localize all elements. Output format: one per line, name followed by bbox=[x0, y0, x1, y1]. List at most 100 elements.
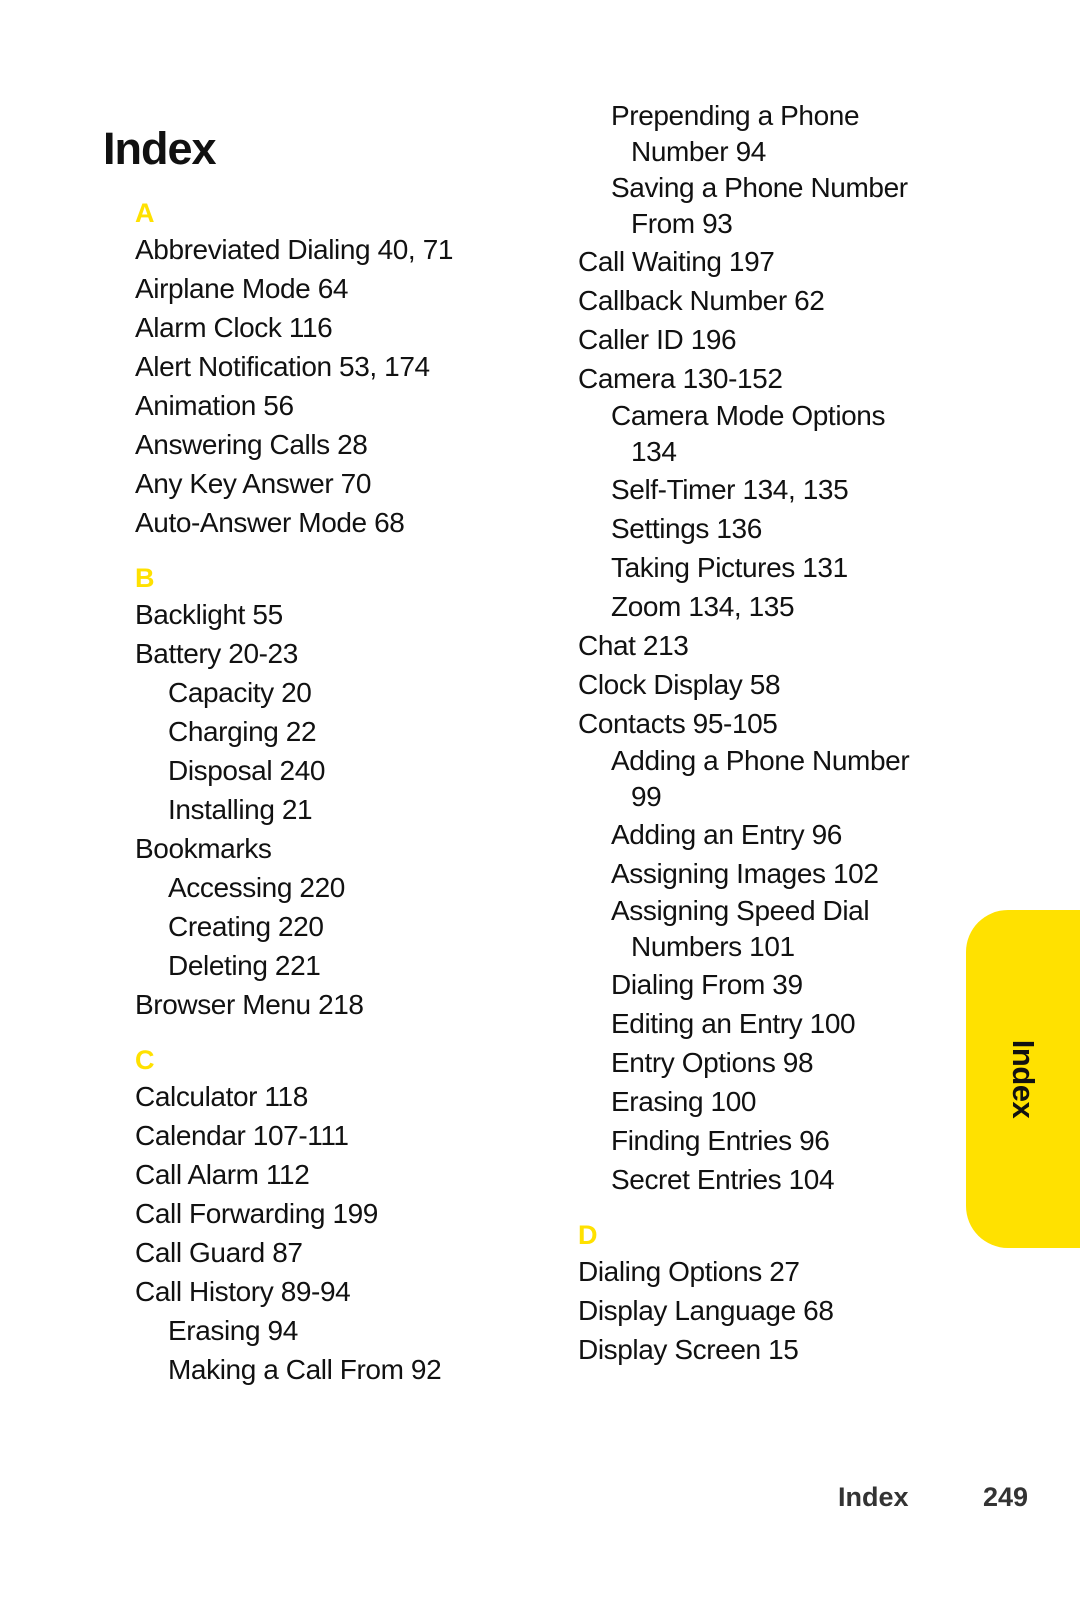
entry-continuation: 134 bbox=[631, 436, 677, 467]
entry-text: Capacity 20 bbox=[168, 677, 312, 708]
index-entry: Contacts 95-105 bbox=[578, 704, 958, 743]
entry-text: Creating 220 bbox=[168, 911, 324, 942]
index-subentry: Erasing 94 bbox=[135, 1311, 535, 1350]
index-entry: Bookmarks bbox=[135, 829, 535, 868]
index-subentry: Assigning Images 102 bbox=[578, 854, 958, 893]
footer-section-name: Index bbox=[838, 1482, 909, 1512]
entry-text: Call Forwarding 199 bbox=[135, 1198, 378, 1229]
index-entry: Dialing Options 27 bbox=[578, 1252, 958, 1291]
entry-text: Animation 56 bbox=[135, 390, 294, 421]
entry-text: Calculator 118 bbox=[135, 1081, 308, 1112]
index-entry: Alarm Clock 116 bbox=[135, 308, 535, 347]
index-subentry: Entry Options 98 bbox=[578, 1043, 958, 1082]
index-subentry: Disposal 240 bbox=[135, 751, 535, 790]
entry-text: Editing an Entry 100 bbox=[611, 1008, 856, 1039]
entry-text: Accessing 220 bbox=[168, 872, 345, 903]
index-entry: Display Language 68 bbox=[578, 1291, 958, 1330]
entry-text: Display Language 68 bbox=[578, 1295, 834, 1326]
entry-text: Secret Entries 104 bbox=[611, 1164, 835, 1195]
entry-text: Alarm Clock 116 bbox=[135, 312, 333, 343]
index-entry: Callback Number 62 bbox=[578, 281, 958, 320]
section-letter: D bbox=[578, 1220, 598, 1250]
index-subentry: Finding Entries 96 bbox=[578, 1121, 958, 1160]
index-entry: Any Key Answer 70 bbox=[135, 464, 535, 503]
entry-text: Zoom 134, 135 bbox=[611, 591, 795, 622]
entry-text: Entry Options 98 bbox=[611, 1047, 814, 1078]
entry-text: Erasing 100 bbox=[611, 1086, 757, 1117]
entry-text: Adding an Entry 96 bbox=[611, 819, 842, 850]
index-entry: Alert Notification 53, 174 bbox=[135, 347, 535, 386]
entry-text: Disposal 240 bbox=[168, 755, 326, 786]
index-entry: Airplane Mode 64 bbox=[135, 269, 535, 308]
entry-text: Browser Menu 218 bbox=[135, 989, 364, 1020]
index-subentry: Secret Entries 104 bbox=[578, 1160, 958, 1199]
index-entry: Call Waiting 197 bbox=[578, 242, 958, 281]
entry-text: Callback Number 62 bbox=[578, 285, 825, 316]
entry-text: Abbreviated Dialing 40, 71 bbox=[135, 234, 454, 265]
entry-text: Battery 20-23 bbox=[135, 638, 298, 669]
index-subentry: Settings 136 bbox=[578, 509, 958, 548]
index-entry: Call Forwarding 199 bbox=[135, 1194, 535, 1233]
index-subentry: Adding a Phone Number 99 bbox=[578, 743, 958, 815]
section-letter: A bbox=[135, 198, 155, 228]
entry-text: Bookmarks bbox=[135, 833, 272, 864]
entry-text: Prepending a Phone bbox=[611, 100, 860, 131]
entry-continuation: 99 bbox=[631, 781, 662, 812]
index-subentry: Editing an Entry 100 bbox=[578, 1004, 958, 1043]
index-entry: Camera 130-152 bbox=[578, 359, 958, 398]
index-subentry: Prepending a Phone Number 94 bbox=[578, 98, 958, 170]
index-subentry: Saving a Phone Number From 93 bbox=[578, 170, 958, 242]
index-subentry: Self-Timer 134, 135 bbox=[578, 470, 958, 509]
index-section: D Dialing Options 27 Display Language 68 Di… bbox=[578, 1219, 958, 1369]
entry-text: Adding a Phone Number bbox=[611, 745, 910, 776]
entry-text: Making a Call From 92 bbox=[168, 1354, 442, 1385]
index-entry: Battery 20-23 bbox=[135, 634, 535, 673]
index-entry: Animation 56 bbox=[135, 386, 535, 425]
entry-text: Taking Pictures 131 bbox=[611, 552, 848, 583]
entry-text: Airplane Mode 64 bbox=[135, 273, 349, 304]
index-entry: Browser Menu 218 bbox=[135, 985, 535, 1024]
section-tab: Index bbox=[966, 910, 1080, 1248]
index-entry: Abbreviated Dialing 40, 71 bbox=[135, 230, 535, 269]
entry-text: Assigning Images 102 bbox=[611, 858, 879, 889]
index-entry: Calculator 118 bbox=[135, 1077, 535, 1116]
entry-text: Dialing Options 27 bbox=[578, 1256, 800, 1287]
entry-text: Assigning Speed Dial bbox=[611, 895, 870, 926]
section-letter: C bbox=[135, 1045, 155, 1075]
index-section: C Calculator 118 Calendar 107-111 Call Alar… bbox=[135, 1044, 535, 1389]
page-footer: Index 249 bbox=[0, 1482, 1080, 1516]
entry-text: Any Key Answer 70 bbox=[135, 468, 371, 499]
index-subentry: Making a Call From 92 bbox=[135, 1350, 535, 1389]
entry-text: Contacts 95-105 bbox=[578, 708, 778, 739]
entry-text: Auto-Answer Mode 68 bbox=[135, 507, 405, 538]
index-entry: Answering Calls 28 bbox=[135, 425, 535, 464]
entry-text: Settings 136 bbox=[611, 513, 762, 544]
entry-text: Camera 130-152 bbox=[578, 363, 783, 394]
index-entry: Backlight 55 bbox=[135, 595, 535, 634]
entry-text: Calendar 107-111 bbox=[135, 1120, 349, 1151]
entry-text: Answering Calls 28 bbox=[135, 429, 368, 460]
entry-text: Self-Timer 134, 135 bbox=[611, 474, 849, 505]
entry-text: Finding Entries 96 bbox=[611, 1125, 830, 1156]
entry-text: Call Waiting 197 bbox=[578, 246, 775, 277]
entry-text: Call Alarm 112 bbox=[135, 1159, 310, 1190]
index-entry: Calendar 107-111 bbox=[135, 1116, 535, 1155]
index-subentry: Zoom 134, 135 bbox=[578, 587, 958, 626]
index-section: A Abbreviated Dialing 40, 71 Airplane Mode… bbox=[135, 197, 535, 542]
entry-text: Erasing 94 bbox=[168, 1315, 298, 1346]
page-title: Index bbox=[103, 123, 217, 175]
index-subentry: Assigning Speed Dial Numbers 101 bbox=[578, 893, 958, 965]
entry-text: Dialing From 39 bbox=[611, 969, 803, 1000]
index-section: Prepending a Phone Number 94 Saving a Phon… bbox=[578, 98, 958, 1199]
index-subentry: Adding an Entry 96 bbox=[578, 815, 958, 854]
index-entry: Call History 89-94 bbox=[135, 1272, 535, 1311]
index-entry: Call Guard 87 bbox=[135, 1233, 535, 1272]
entry-text: Deleting 221 bbox=[168, 950, 321, 981]
index-entry: Display Screen 15 bbox=[578, 1330, 958, 1369]
index-section: B Backlight 55 Battery 20-23 Capacity 20 Cha… bbox=[135, 562, 535, 1024]
entry-text: Alert Notification 53, 174 bbox=[135, 351, 430, 382]
index-entry: Chat 213 bbox=[578, 626, 958, 665]
entry-text: Camera Mode Options bbox=[611, 400, 886, 431]
entry-text: Clock Display 58 bbox=[578, 669, 781, 700]
index-entry: Call Alarm 112 bbox=[135, 1155, 535, 1194]
